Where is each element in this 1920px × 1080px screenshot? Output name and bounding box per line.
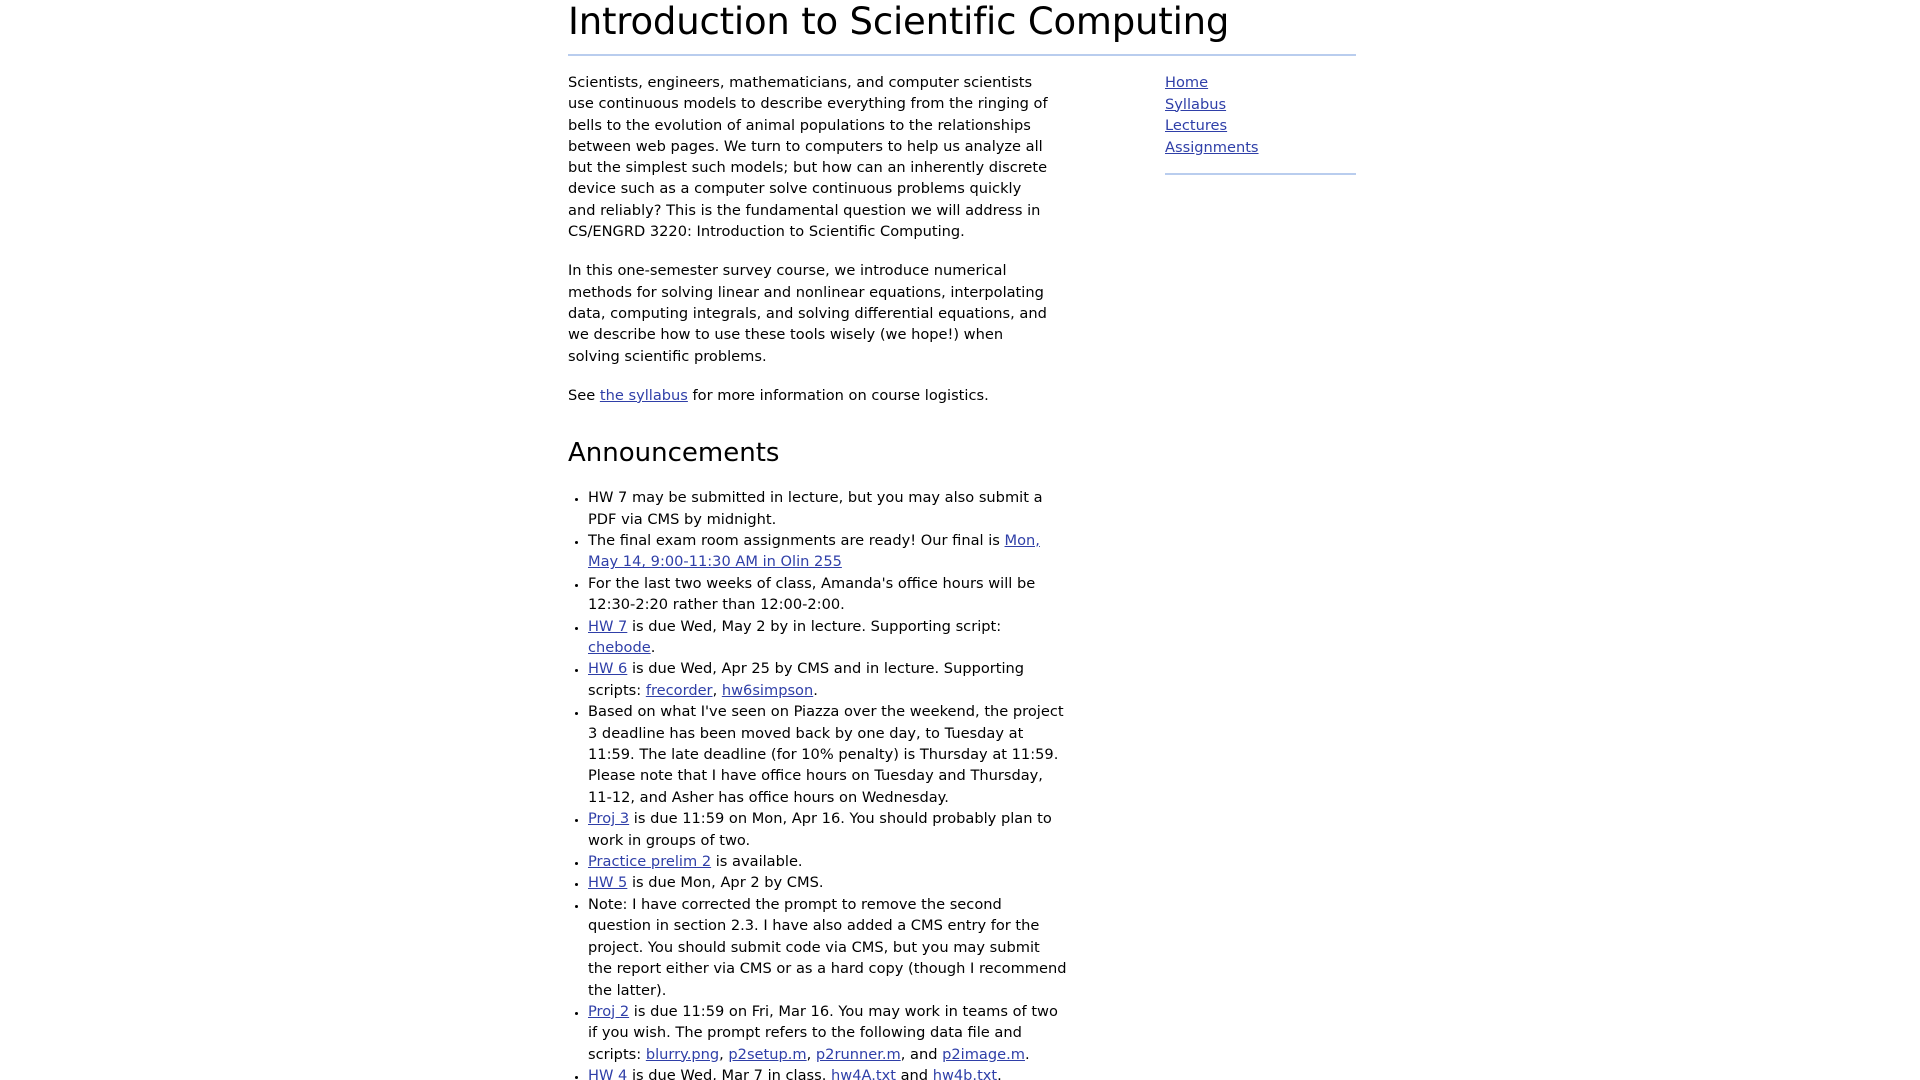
syllabus-line-before: See xyxy=(568,386,600,404)
announcement-link[interactable]: Proj 2 xyxy=(588,1003,629,1020)
syllabus-line: See the syllabus for more information on… xyxy=(568,385,1048,406)
announcement-text: is due Wed, Mar 7 in class. xyxy=(627,1067,832,1080)
announcement-item: The final exam room assignments are read… xyxy=(588,530,1068,573)
announcement-link[interactable]: HW 5 xyxy=(588,874,627,891)
announcements-heading: Announcements xyxy=(568,438,780,469)
announcement-link[interactable]: HW 7 xyxy=(588,618,627,635)
announcement-link[interactable]: hw6simpson xyxy=(722,682,813,699)
announcement-item: HW 5 is due Mon, Apr 2 by CMS. xyxy=(588,872,1068,893)
announcement-link[interactable]: p2image.m xyxy=(942,1046,1025,1063)
announcement-item: For the last two weeks of class, Amanda'… xyxy=(588,573,1068,616)
intro-paragraph-1: Scientists, engineers, mathematicians, a… xyxy=(568,74,1048,241)
announcement-item: Proj 3 is due 11:59 on Mon, Apr 16. You … xyxy=(588,808,1068,851)
announcement-item: Practice prelim 2 is available. xyxy=(588,851,1068,872)
announcement-text: , and xyxy=(900,1045,943,1063)
syllabus-line-after: for more information on course logistics… xyxy=(687,386,989,404)
nav-list: Home Syllabus Lectures Assignments xyxy=(1165,72,1356,158)
site-navigation: Home Syllabus Lectures Assignments xyxy=(1165,72,1356,175)
announcement-link[interactable]: blurry.png xyxy=(646,1046,719,1063)
nav-item-home[interactable]: Home xyxy=(1165,72,1356,94)
announcement-text: . xyxy=(650,639,656,656)
announcement-link[interactable]: Practice prelim 2 xyxy=(588,853,711,870)
nav-link-home[interactable]: Home xyxy=(1165,74,1208,91)
page-root: Introduction to Scientific Computing Sci… xyxy=(0,0,1920,1080)
page-title: Introduction to Scientific Computing xyxy=(568,0,1230,43)
content-columns: Scientists, engineers, mathematicians, a… xyxy=(568,56,1356,406)
nav-divider xyxy=(1165,173,1356,175)
announcement-link[interactable]: HW 6 xyxy=(588,660,627,677)
announcement-text: . xyxy=(997,1067,1002,1080)
announcement-item: Proj 2 is due 11:59 on Fri, Mar 16. You … xyxy=(588,1001,1068,1065)
nav-link-lectures[interactable]: Lectures xyxy=(1165,117,1227,134)
announcement-text: HW 7 may be submitted in lecture, but yo… xyxy=(588,489,1043,528)
announcement-text: , xyxy=(806,1045,816,1063)
announcement-text: Note: I have corrected the prompt to rem… xyxy=(588,895,1067,999)
announcement-link[interactable]: chebode xyxy=(588,639,651,656)
announcement-link[interactable]: p2setup.m xyxy=(728,1046,806,1063)
announcement-text: . xyxy=(1024,1045,1030,1063)
main-column: Scientists, engineers, mathematicians, a… xyxy=(568,72,1048,406)
announcement-item: HW 7 is due Wed, May 2 by in lecture. Su… xyxy=(588,616,1068,659)
announcement-text: , xyxy=(719,1045,729,1063)
announcement-text: and xyxy=(895,1067,933,1080)
announcements-list: HW 7 may be submitted in lecture, but yo… xyxy=(568,487,1068,1080)
announcement-text: Based on what I've seen on Piazza over t… xyxy=(588,703,1064,806)
syllabus-link[interactable]: the syllabus xyxy=(600,387,688,404)
announcement-text: The final exam room assignments are read… xyxy=(588,531,1005,549)
announcement-text: is due Wed, May 2 by in lecture. Support… xyxy=(627,617,1002,635)
announcement-text: is due Mon, Apr 2 by CMS. xyxy=(627,874,824,892)
intro-paragraph-2: In this one-semester survey course, we i… xyxy=(568,262,1047,365)
announcement-link[interactable]: p2runner.m xyxy=(816,1046,901,1063)
nav-item-assignments[interactable]: Assignments xyxy=(1165,137,1356,159)
nav-item-lectures[interactable]: Lectures xyxy=(1165,115,1356,137)
announcement-text: . xyxy=(813,681,818,699)
announcement-link[interactable]: hw4A.txt xyxy=(831,1067,896,1080)
announcement-text: is available. xyxy=(711,853,803,871)
announcement-link[interactable]: frecorder xyxy=(646,682,713,699)
nav-link-assignments[interactable]: Assignments xyxy=(1165,139,1259,156)
announcement-item: HW 4 is due Wed, Mar 7 in class. hw4A.tx… xyxy=(588,1065,1068,1080)
nav-item-syllabus[interactable]: Syllabus xyxy=(1165,94,1356,116)
announcement-text: For the last two weeks of class, Amanda'… xyxy=(588,574,1036,614)
announcement-text: , xyxy=(712,681,722,699)
nav-link-syllabus[interactable]: Syllabus xyxy=(1165,96,1226,113)
content-wrapper: Introduction to Scientific Computing Sci… xyxy=(568,0,1356,1080)
announcement-item: HW 7 may be submitted in lecture, but yo… xyxy=(588,487,1068,530)
announcement-link[interactable]: hw4b.txt xyxy=(933,1067,997,1080)
announcement-link[interactable]: Proj 3 xyxy=(588,810,629,827)
announcement-item: Note: I have corrected the prompt to rem… xyxy=(588,894,1068,1001)
announcement-link[interactable]: HW 4 xyxy=(588,1067,627,1080)
announcement-text: is due 11:59 on Mon, Apr 16. You should … xyxy=(588,810,1052,849)
announcement-item: HW 6 is due Wed, Apr 25 by CMS and in le… xyxy=(588,658,1068,701)
announcement-item: Based on what I've seen on Piazza over t… xyxy=(588,701,1068,808)
